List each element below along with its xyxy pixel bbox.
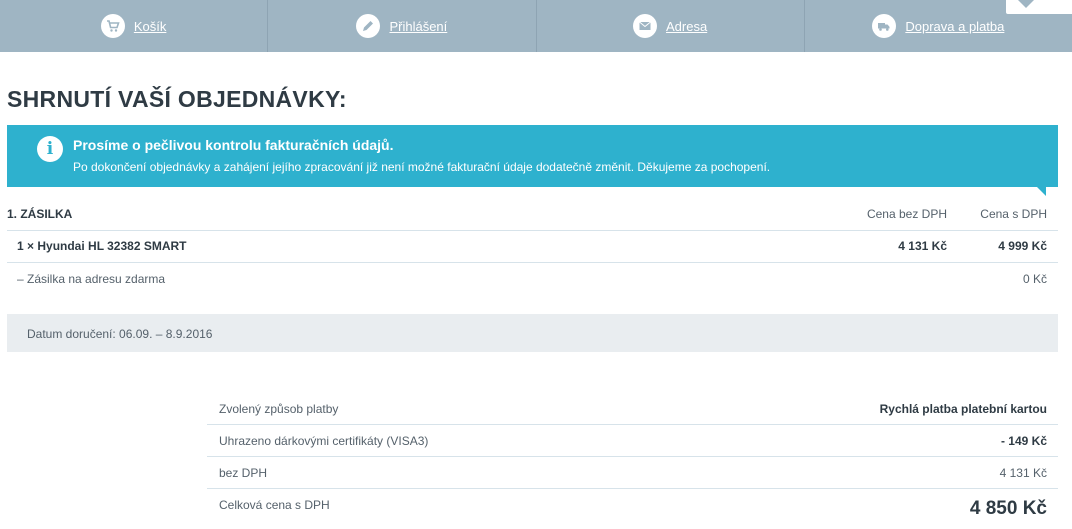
payment-method-value: Rychlá platba platební kartou (879, 402, 1047, 416)
payment-method-row: Zvolený způsob platby Rychlá platba plat… (207, 393, 1058, 425)
step-address-label[interactable]: Adresa (666, 19, 707, 34)
shipping-row: – Zásilka na adresu zdarma 0 Kč (7, 263, 1058, 294)
notice-text: Po dokončení objednávky a zahájení jejíh… (73, 160, 771, 174)
delivery-date-bar: Datum doručení: 06.09. – 8.9.2016 (7, 314, 1058, 352)
net-price-label: bez DPH (219, 466, 268, 480)
step-shipping-payment-label[interactable]: Doprava a platba (905, 19, 1004, 34)
shipment-title: 1. ZÁSILKA (7, 207, 73, 221)
step-shipping-payment[interactable]: Doprava a platba (805, 0, 1072, 52)
shipping-price: 0 Kč (1022, 272, 1047, 286)
step-address[interactable]: Adresa (537, 0, 805, 52)
billing-notice: i Prosíme o pečlivou kontrolu fakturační… (7, 125, 1058, 196)
item-price-with-vat: 4 999 Kč (998, 239, 1047, 253)
envelope-icon (633, 14, 658, 38)
pencil-icon (356, 14, 381, 38)
step-cart-label[interactable]: Košík (134, 19, 167, 34)
total-price: 4 850 Kč (969, 498, 1047, 519)
step-cart[interactable]: Košík (0, 0, 269, 52)
current-step-marker (1018, 0, 1034, 8)
delivery-date: Datum doručení: 06.09. – 8.9.2016 (27, 327, 213, 341)
shipping-method: – Zásilka na adresu zdarma (17, 272, 166, 286)
shipment-header: 1. ZÁSILKA Cena bez DPH Cena s DPH (7, 203, 1058, 231)
step-login-label[interactable]: Přihlášení (389, 19, 447, 34)
step-login[interactable]: Přihlášení (268, 0, 537, 52)
truck-icon (872, 14, 897, 38)
total-row: Celková cena s DPH 4 850 Kč (207, 489, 1058, 529)
order-item-row: 1 × Hyundai HL 32382 SMART 4 131 Kč 4 99… (7, 231, 1058, 263)
info-icon: i (37, 136, 63, 162)
notice-title: Prosíme o pečlivou kontrolu fakturačních… (73, 137, 394, 153)
cart-icon (100, 14, 125, 38)
net-price-row: bez DPH 4 131 Kč (207, 457, 1058, 489)
page-title: SHRNUTÍ VAŠÍ OBJEDNÁVKY: (7, 86, 347, 112)
total-label: Celková cena s DPH (219, 498, 330, 512)
checkout-steps: Košík Přihlášení Adresa Doprava a platba (0, 0, 1072, 52)
voucher-value: - 149 Kč (1000, 434, 1047, 448)
payment-method-label: Zvolený způsob platby (219, 402, 339, 416)
net-price-value: 4 131 Kč (999, 466, 1047, 480)
price-without-vat-header: Cena bez DPH (866, 207, 947, 221)
voucher-row: Uhrazeno dárkovými certifikáty (VISA3) -… (207, 425, 1058, 457)
item-price-without-vat: 4 131 Kč (898, 239, 947, 253)
voucher-label: Uhrazeno dárkovými certifikáty (VISA3) (219, 434, 429, 448)
item-name: 1 × Hyundai HL 32382 SMART (17, 239, 187, 253)
price-with-vat-header: Cena s DPH (980, 207, 1047, 221)
